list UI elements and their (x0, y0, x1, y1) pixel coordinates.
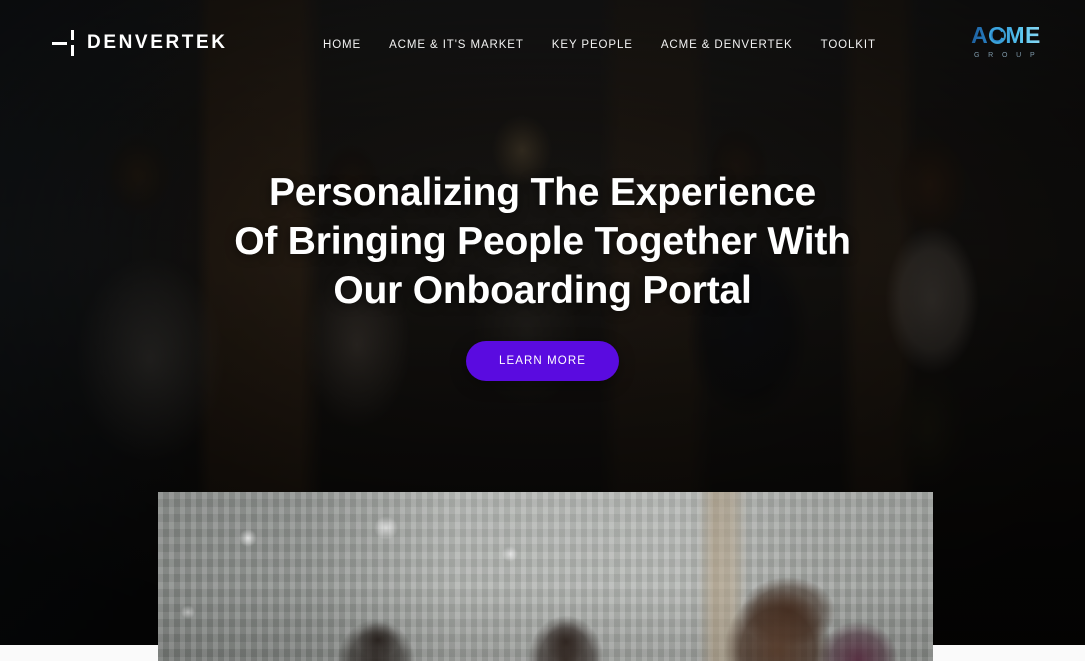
brand-logo-denvertek[interactable]: DENVERTEK (52, 30, 228, 56)
main-navigation: HOME ACME & IT'S MARKET KEY PEOPLE ACME … (322, 36, 877, 54)
acme-circle-icon (989, 27, 1007, 44)
learn-more-button[interactable]: LEARN MORE (465, 341, 620, 381)
hero-title-line-3: Our Onboarding Portal (333, 269, 752, 312)
nav-item-acme-denvertek[interactable]: ACME & DENVERTEK (660, 36, 794, 54)
nav-item-key-people[interactable]: KEY PEOPLE (551, 36, 634, 54)
page-title: Personalizing The Experience Of Bringing… (0, 168, 1085, 315)
site-header: DENVERTEK HOME ACME & IT'S MARKET KEY PE… (0, 0, 1085, 88)
acme-logo-subtitle: G R O U P (973, 52, 1039, 59)
hero-title-line-1: Personalizing The Experience (268, 171, 817, 214)
feature-image-overlay (158, 492, 933, 661)
nav-item-acme-its-market[interactable]: ACME & IT'S MARKET (388, 36, 525, 54)
hero-cta-container: LEARN MORE (0, 341, 1085, 381)
denvertek-dash-mark-icon (52, 30, 76, 56)
hero-title-line-2: Of Bringing People Together With (234, 220, 851, 263)
hero-copy: Personalizing The Experience Of Bringing… (0, 168, 1085, 315)
landing-page: DENVERTEK HOME ACME & IT'S MARKET KEY PE… (0, 0, 1085, 661)
feature-image-panel (158, 492, 933, 661)
nav-item-home[interactable]: HOME (322, 36, 362, 54)
brand-name: DENVERTEK (87, 32, 228, 53)
nav-item-toolkit[interactable]: TOOLKIT (820, 36, 877, 54)
acme-group-logo[interactable]: ACME G R O U P (970, 24, 1042, 60)
